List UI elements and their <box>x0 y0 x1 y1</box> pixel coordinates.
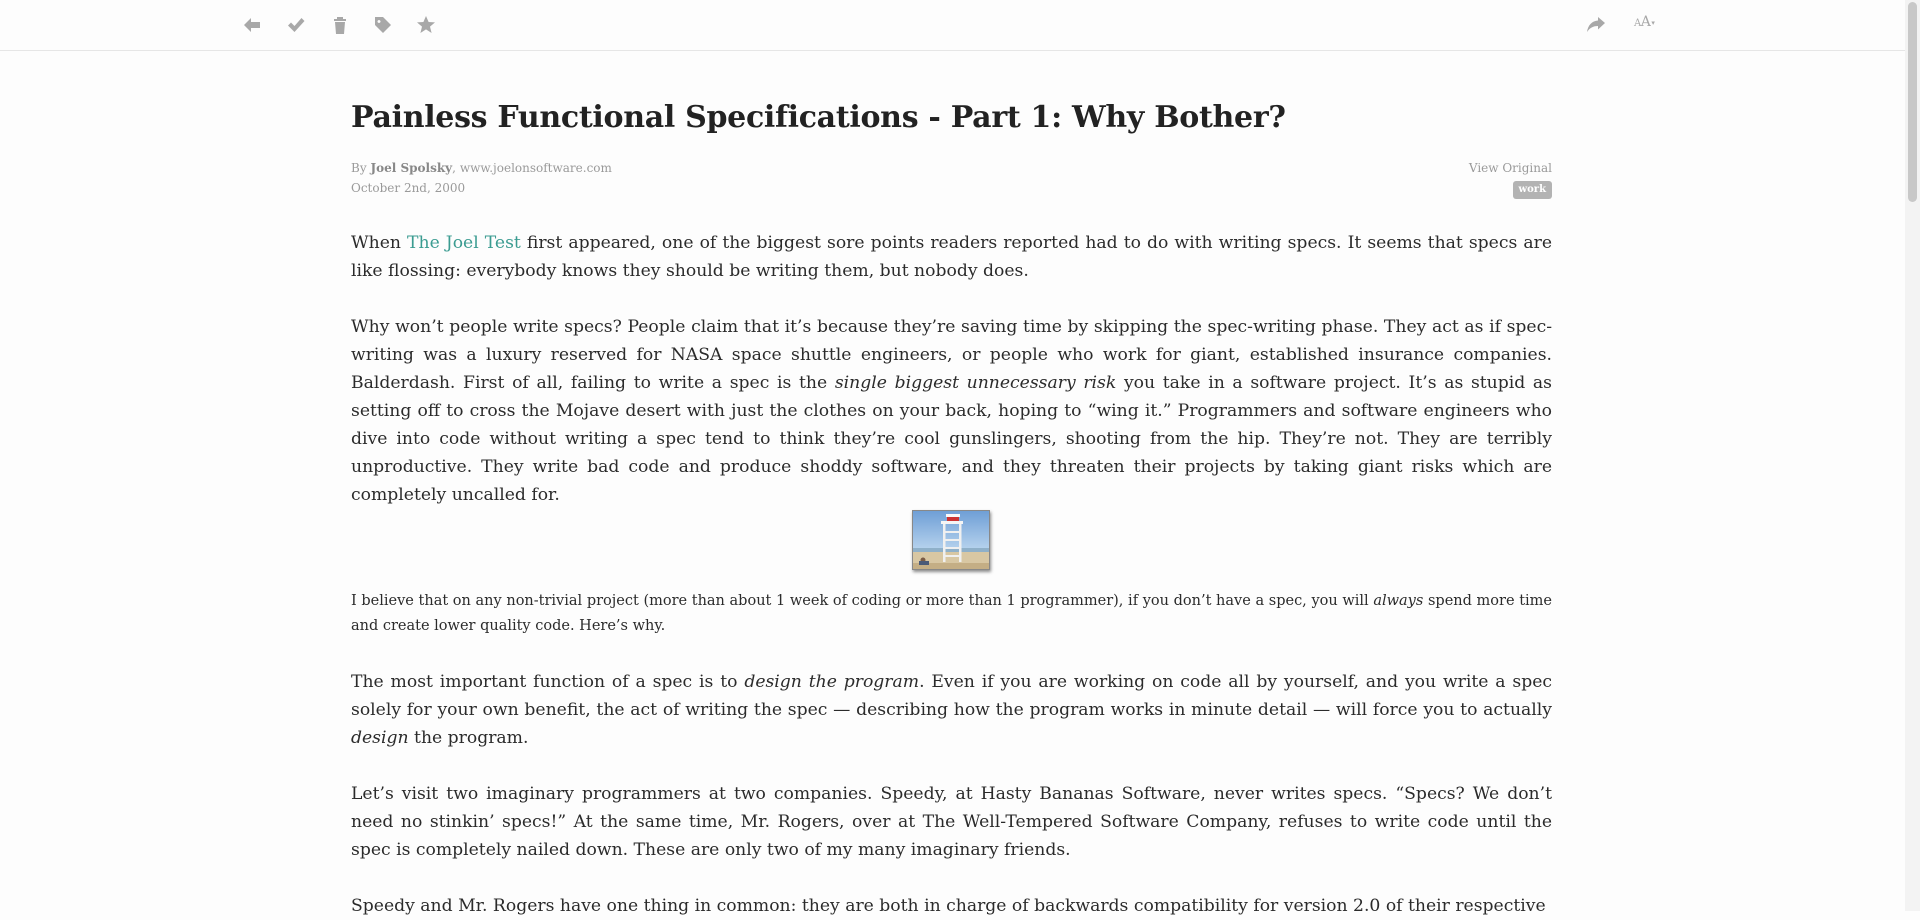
delete-button[interactable] <box>327 12 353 38</box>
toolbar: AA▾ <box>0 0 1905 51</box>
tag-button[interactable] <box>370 12 396 38</box>
tag-badge[interactable]: work <box>1512 181 1552 199</box>
chevron-down-icon: ▾ <box>1651 19 1655 27</box>
paragraph-4: The most important function of a spec is… <box>351 668 1552 752</box>
author-name: Joel Spolsky <box>370 161 453 175</box>
paragraph-text: The most important function of a spec is… <box>351 672 745 692</box>
paragraph-2: Why won’t people write specs? People cla… <box>351 313 1552 509</box>
joel-test-link[interactable]: The Joel Test <box>407 233 521 253</box>
scrollbar-thumb[interactable] <box>1908 2 1917 202</box>
article-title: Painless Functional Specifications - Par… <box>351 100 1286 135</box>
favorite-button[interactable] <box>413 12 439 38</box>
byline: By Joel Spolsky, www.joelonsoftware.com <box>351 158 612 178</box>
paragraph-6: Speedy and Mr. Rogers have one thing in … <box>351 896 1546 916</box>
emphasis-text: design the program <box>744 672 920 692</box>
font-size-button[interactable]: AA▾ <box>1634 14 1655 30</box>
share-icon <box>1587 17 1605 32</box>
paragraph-5: Let’s visit two imaginary programmers at… <box>351 784 1552 860</box>
star-icon <box>417 16 435 33</box>
paragraph-text: first appeared, one of the biggest sore … <box>351 233 1552 281</box>
mark-read-button[interactable] <box>283 12 309 38</box>
emphasis-text: single biggest unnecessary risk <box>834 373 1117 393</box>
emphasis-text: always <box>1373 593 1424 609</box>
article-meta: By Joel Spolsky, www.joelonsoftware.com … <box>351 158 612 198</box>
byline-separator: , <box>452 161 456 175</box>
back-button[interactable] <box>239 12 265 38</box>
trash-icon <box>334 17 346 34</box>
paragraph-text: When <box>351 233 408 253</box>
share-button[interactable] <box>1583 12 1609 38</box>
article-meta-right: View Original work <box>1469 158 1552 199</box>
tag-icon <box>375 17 391 33</box>
paragraph-text: the program. <box>408 728 529 748</box>
lifeguard-chair-image <box>912 510 990 570</box>
paragraph-1: When The Joel Test first appeared, one o… <box>351 229 1552 285</box>
paragraph-text: I believe that on any non-trivial projec… <box>351 593 1374 609</box>
view-original-link[interactable]: View Original <box>1469 161 1552 175</box>
font-size-small-label: A <box>1634 18 1641 29</box>
site-name: www.joelonsoftware.com <box>459 161 612 175</box>
byline-prefix: By <box>351 161 367 175</box>
beach-photo <box>913 511 989 569</box>
emphasis-text: design <box>351 728 409 748</box>
back-icon <box>244 18 260 32</box>
checkmark-icon <box>288 18 305 32</box>
article-date: October 2nd, 2000 <box>351 181 466 195</box>
scrollbar[interactable] <box>1905 0 1920 911</box>
font-size-large-label: A <box>1640 14 1651 30</box>
paragraph-3: I believe that on any non-trivial projec… <box>351 589 1552 638</box>
